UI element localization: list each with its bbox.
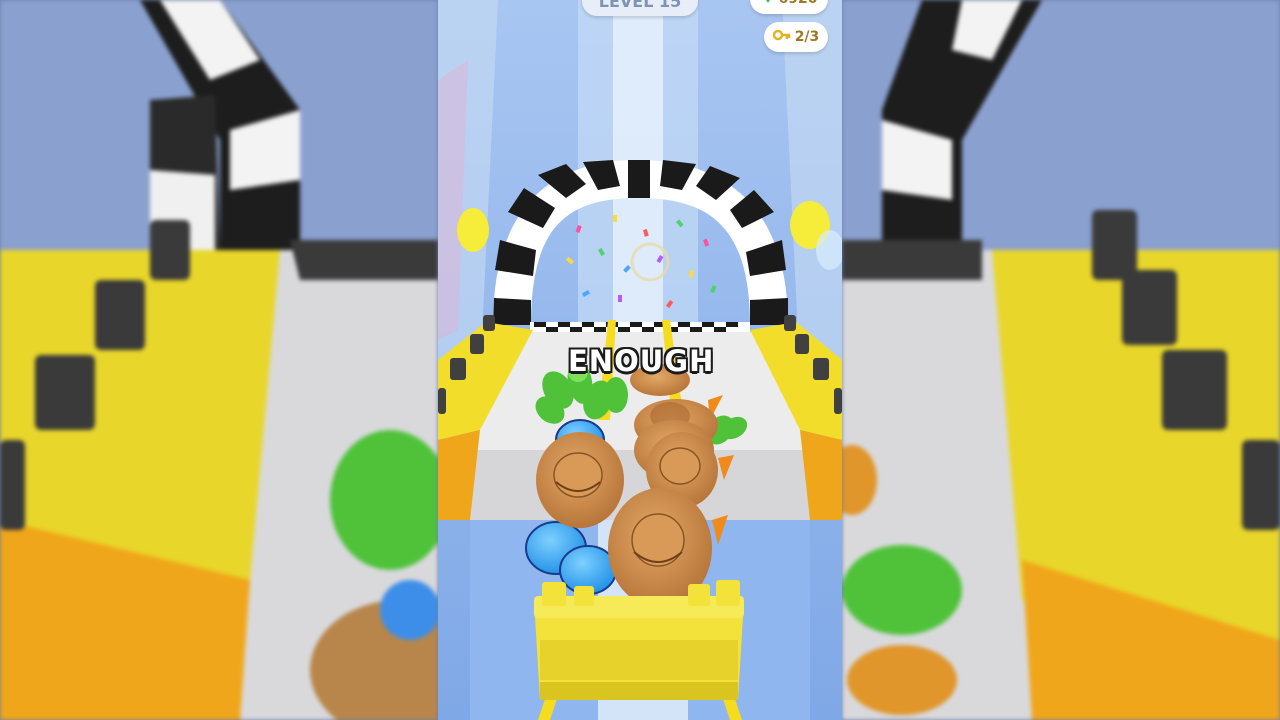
game-viewport[interactable]: LEVEL 15 6920 2/3 ENOUGH bbox=[438, 0, 842, 720]
key-counter: 2/3 bbox=[764, 22, 828, 52]
balloon-left bbox=[457, 208, 489, 252]
blurred-background-right bbox=[842, 0, 1280, 720]
key-count: 2/3 bbox=[794, 29, 820, 45]
gem-count: 6920 bbox=[779, 0, 818, 7]
blurred-background-left bbox=[0, 0, 438, 720]
level-indicator: LEVEL 15 bbox=[582, 0, 698, 16]
feedback-word: ENOUGH bbox=[567, 343, 715, 379]
gem-counter: 6920 bbox=[750, 0, 828, 14]
level-label: LEVEL 15 bbox=[598, 0, 682, 11]
key-icon bbox=[772, 28, 791, 46]
game-screen: LEVEL 15 6920 2/3 ENOUGH bbox=[0, 0, 1280, 720]
gem-icon bbox=[761, 0, 775, 8]
player-cart bbox=[534, 580, 744, 700]
